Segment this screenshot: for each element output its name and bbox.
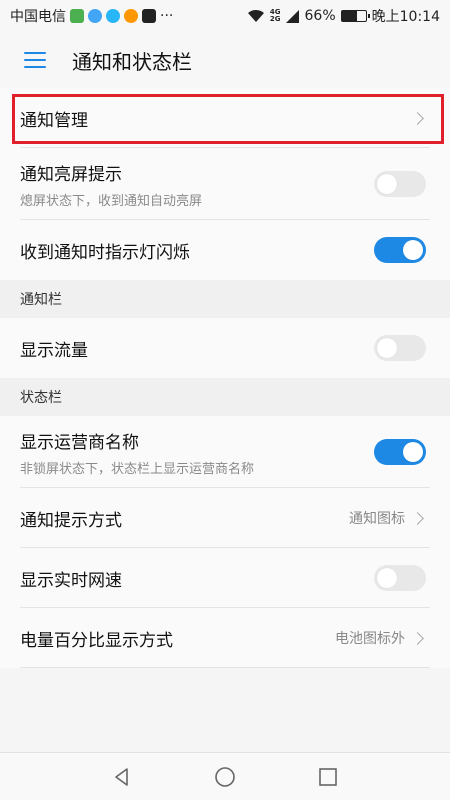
chevron-right-icon [411,111,424,125]
row-indicator-light[interactable]: 收到通知时指示灯闪烁 [0,220,450,280]
row-texts: 通知管理 [20,106,413,131]
battery-percent: 66% [304,8,336,24]
row-texts: 显示运营商名称 非锁屏状态下，状态栏上显示运营商名称 [20,428,374,477]
row-subtitle: 熄屏状态下，收到通知自动亮屏 [20,193,203,209]
carrier-name-toggle[interactable] [374,439,426,465]
menu-icon[interactable] [24,52,46,68]
row-title: 收到通知时指示灯闪烁 [20,242,190,263]
messages-app-icon [70,9,84,23]
signal-icon [285,9,299,23]
row-title: 通知提示方式 [20,510,122,531]
row-texts: 通知提示方式 [20,506,349,531]
home-button[interactable] [205,757,245,797]
menu-icon-line [24,52,46,54]
toggle-knob [377,568,397,588]
indicator-light-toggle[interactable] [374,237,426,263]
row-value: 电池图标外 [335,631,405,647]
recents-square-icon [319,767,338,786]
net-speed-toggle[interactable] [374,565,426,591]
settings-list: 通知管理 通知亮屏提示 熄屏状态下，收到通知自动亮屏 收到通知时指示灯闪烁 通知… [0,88,450,668]
row-notification-management[interactable]: 通知管理 [0,88,450,148]
row-title: 通知亮屏提示 [20,164,122,185]
row-texts: 通知亮屏提示 熄屏状态下，收到通知自动亮屏 [20,160,374,209]
row-texts: 电量百分比显示方式 [20,626,335,651]
chevron-right-icon [411,511,424,525]
status-right: 4G 2G 66% 晚上10:14 [247,6,440,26]
video-app-icon [106,9,120,23]
row-title: 显示实时网速 [20,570,122,591]
row-title: 通知管理 [20,110,88,131]
chevron-right-icon [411,631,424,645]
section-header-notification-bar: 通知栏 [0,280,450,318]
back-button[interactable] [102,757,142,797]
toggle-knob [377,174,397,194]
row-show-traffic[interactable]: 显示流量 [0,318,450,378]
status-left: 中国电信 ··· [10,6,173,26]
toggle-knob [377,338,397,358]
network-type-bottom: 2G [269,15,281,23]
status-bar: 中国电信 ··· 4G 2G 66% 晚上10:14 [0,0,450,32]
paw-app-icon [88,9,102,23]
menu-icon-line [24,66,46,68]
home-circle-icon [215,766,235,787]
tiktok-app-icon [142,9,156,23]
row-title: 电量百分比显示方式 [20,630,173,651]
battery-fill [341,11,358,21]
toggle-knob [403,442,423,462]
divider [20,667,430,668]
wifi-icon [247,9,264,22]
page-title: 通知和状态栏 [72,49,192,74]
row-battery-style[interactable]: 电量百分比显示方式 电池图标外 [0,608,450,668]
row-title: 显示运营商名称 [20,432,139,453]
row-value: 通知图标 [349,511,405,527]
row-notify-style[interactable]: 通知提示方式 通知图标 [0,488,450,548]
screen-wake-toggle[interactable] [374,171,426,197]
app-bar: 通知和状态栏 [0,32,450,88]
battery-icon [340,10,370,22]
carrier-name: 中国电信 [10,9,66,25]
row-screen-wake[interactable]: 通知亮屏提示 熄屏状态下，收到通知自动亮屏 [0,148,450,220]
toggle-knob [403,240,423,260]
section-header-status-bar: 状态栏 [0,378,450,416]
show-traffic-toggle[interactable] [374,335,426,361]
network-type: 4G 2G [270,9,281,23]
navigation-bar [0,752,450,800]
row-title: 显示流量 [20,340,88,361]
row-texts: 收到通知时指示灯闪烁 [20,238,374,263]
row-texts: 显示实时网速 [20,566,374,591]
back-triangle-icon [114,767,128,786]
more-notifications-icon: ··· [160,8,174,24]
clock: 晚上10:14 [371,9,440,25]
row-show-carrier-name[interactable]: 显示运营商名称 非锁屏状态下，状态栏上显示运营商名称 [0,416,450,488]
menu-icon-line [24,59,46,61]
weibo-app-icon [124,9,138,23]
row-texts: 显示流量 [20,336,374,361]
recents-button[interactable] [308,757,348,797]
row-subtitle: 非锁屏状态下，状态栏上显示运营商名称 [20,461,255,477]
row-net-speed[interactable]: 显示实时网速 [0,548,450,608]
